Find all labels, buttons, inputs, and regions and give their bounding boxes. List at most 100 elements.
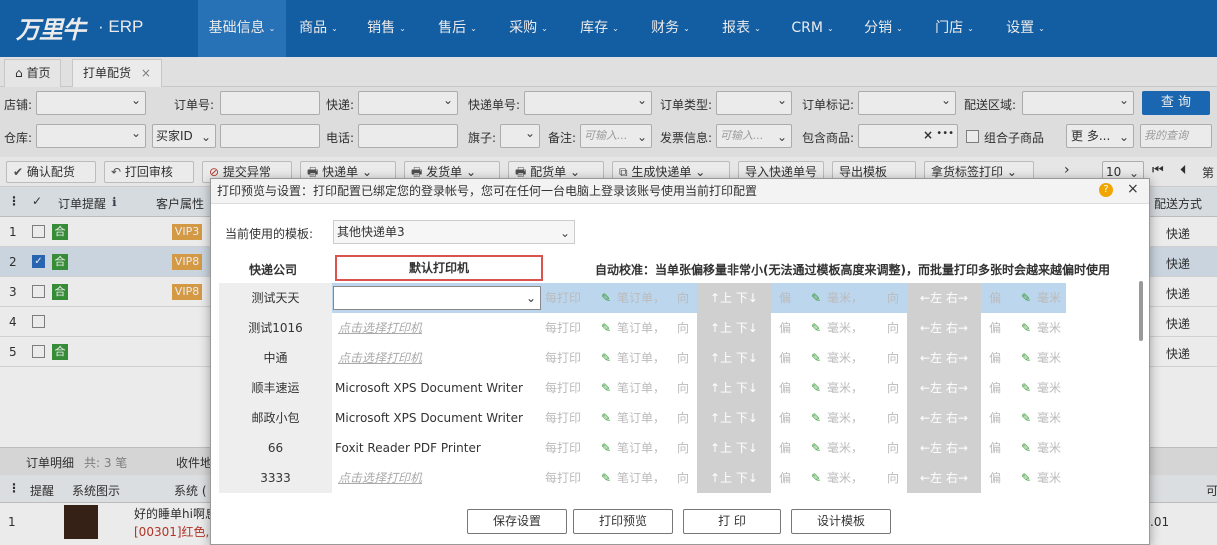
left-right-toggle[interactable]: ←左 右→ [907,373,981,403]
up-down-toggle[interactable]: ↑上 下↓ [697,463,771,493]
direction-label: 向 [677,381,690,395]
pencil-icon[interactable]: ✎ [1021,433,1031,463]
left-right-toggle[interactable]: ←左 右→ [907,313,981,343]
pencil-icon[interactable]: ✎ [811,463,821,493]
up-down-toggle[interactable]: ↑上 下↓ [697,313,771,343]
mm-label: 毫米， [827,471,864,485]
mm-end-label: 毫米 [1037,351,1062,365]
offset-label: 偏 [989,441,1002,455]
printer-select[interactable]: Foxit Reader PDF Printer [333,433,541,463]
pencil-icon[interactable]: ✎ [601,283,611,313]
direction-label: 向 [677,321,690,335]
offset-label: 偏 [989,381,1002,395]
pencil-icon[interactable]: ✎ [811,403,821,433]
up-down-toggle[interactable]: ↑上 下↓ [697,283,771,313]
offset-label: 偏 [779,471,792,485]
printer-row: 中通 点击选择打印机 每打印 ✎ 笔订单， 向 ↑上 下↓ 偏 ✎ 毫米， 向 ←左 右→ 偏 ✎ 毫米 [219,343,1066,373]
help-icon[interactable]: ? [1099,183,1113,197]
express-company-name: 顺丰速运 [219,373,332,403]
left-right-toggle[interactable]: ←左 右→ [907,463,981,493]
printer-select[interactable]: ⌄ [333,286,541,310]
pencil-icon[interactable]: ✎ [1021,283,1031,313]
orders-label: 笔订单， [617,411,666,425]
offset-label: 偏 [989,351,1002,365]
orders-label: 笔订单， [617,291,666,305]
offset-label: 偏 [779,351,792,365]
pencil-icon[interactable]: ✎ [601,313,611,343]
offset-label: 偏 [779,381,792,395]
mm-label: 毫米， [827,381,864,395]
dialog-scrollbar[interactable] [1139,281,1143,341]
pencil-icon[interactable]: ✎ [1021,373,1031,403]
up-down-toggle[interactable]: ↑上 下↓ [697,373,771,403]
direction-label: 向 [887,411,900,425]
left-right-toggle[interactable]: ←左 右→ [907,343,981,373]
express-company-name: 测试1016 [219,313,332,343]
direction-label: 向 [887,381,900,395]
up-down-toggle[interactable]: ↑上 下↓ [697,343,771,373]
every-print-label: 每打印 [545,411,582,425]
print-settings-dialog: 打印预览与设置：打印配置已绑定您的登录帐号，您可在任何一台电脑上登录该账号使用当… [210,178,1150,545]
orders-label: 笔订单， [617,381,666,395]
express-company-name: 3333 [219,463,332,493]
mm-label: 毫米， [827,321,864,335]
printer-select[interactable]: 点击选择打印机 [333,343,541,373]
printer-row: 测试天天 ⌄ 每打印 ✎ 笔订单， 向 ↑上 下↓ 偏 ✎ 毫米， 向 ←左 右→ 偏 ✎ 毫米 [219,283,1066,313]
every-print-label: 每打印 [545,381,582,395]
printer-select[interactable]: 点击选择打印机 [333,313,541,343]
offset-label: 偏 [989,291,1002,305]
template-label: 当前使用的模板: [225,227,314,241]
orders-label: 笔订单， [617,471,666,485]
offset-label: 偏 [779,441,792,455]
save-settings-button[interactable]: 保存设置 [467,509,567,534]
express-company-name: 邮政小包 [219,403,332,433]
printer-name: 点击选择打印机 [338,321,423,335]
pencil-icon[interactable]: ✎ [601,343,611,373]
mm-label: 毫米， [827,411,864,425]
pencil-icon[interactable]: ✎ [1021,403,1031,433]
left-right-toggle[interactable]: ←左 右→ [907,283,981,313]
mm-label: 毫米， [827,291,864,305]
orders-label: 笔订单， [617,351,666,365]
printer-row: 邮政小包 Microsoft XPS Document Writer 每打印 ✎ 笔订单… [219,403,1066,433]
offset-label: 偏 [779,321,792,335]
pencil-icon[interactable]: ✎ [601,373,611,403]
printer-row: 测试1016 点击选择打印机 每打印 ✎ 笔订单， 向 ↑上 下↓ 偏 ✎ 毫米， 向 ←左 右→ 偏 ✎… [219,313,1066,343]
pencil-icon[interactable]: ✎ [811,283,821,313]
direction-label: 向 [887,321,900,335]
offset-label: 偏 [779,291,792,305]
pencil-icon[interactable]: ✎ [811,313,821,343]
direction-label: 向 [677,441,690,455]
every-print-label: 每打印 [545,471,582,485]
printer-row: 3333 点击选择打印机 每打印 ✎ 笔订单， 向 ↑上 下↓ 偏 ✎ 毫米， 向 ←左 右→ 偏 ✎ 毫米 [219,463,1066,493]
pencil-icon[interactable]: ✎ [1021,343,1031,373]
dialog-title: 打印预览与设置：打印配置已绑定您的登录帐号，您可在任何一台电脑上登录该账号使用当… [211,179,1149,204]
pencil-icon[interactable]: ✎ [1021,313,1031,343]
dialog-close-icon[interactable]: × [1127,181,1139,197]
template-select[interactable]: 其他快递单3 [333,220,575,244]
up-down-toggle[interactable]: ↑上 下↓ [697,403,771,433]
pencil-icon[interactable]: ✎ [601,433,611,463]
print-button[interactable]: 打 印 [683,509,781,534]
column-default-printer: 默认打印机 [335,255,543,281]
print-preview-button[interactable]: 打印预览 [573,509,673,534]
pencil-icon[interactable]: ✎ [811,373,821,403]
pencil-icon[interactable]: ✎ [811,343,821,373]
left-right-toggle[interactable]: ←左 右→ [907,403,981,433]
printer-name: Microsoft XPS Document Writer [335,411,523,425]
direction-label: 向 [887,291,900,305]
pencil-icon[interactable]: ✎ [811,433,821,463]
left-right-toggle[interactable]: ←左 右→ [907,433,981,463]
printer-select[interactable]: Microsoft XPS Document Writer [333,373,541,403]
up-down-toggle[interactable]: ↑上 下↓ [697,433,771,463]
every-print-label: 每打印 [545,351,582,365]
pencil-icon[interactable]: ✎ [601,463,611,493]
printer-select[interactable]: 点击选择打印机 [333,463,541,493]
pencil-icon[interactable]: ✎ [601,403,611,433]
pencil-icon[interactable]: ✎ [1021,463,1031,493]
every-print-label: 每打印 [545,321,582,335]
design-template-button[interactable]: 设计模板 [791,509,891,534]
direction-label: 向 [677,351,690,365]
printer-row: 66 Foxit Reader PDF Printer 每打印 ✎ 笔订单， 向 ↑上 下↓… [219,433,1066,463]
printer-select[interactable]: Microsoft XPS Document Writer [333,403,541,433]
